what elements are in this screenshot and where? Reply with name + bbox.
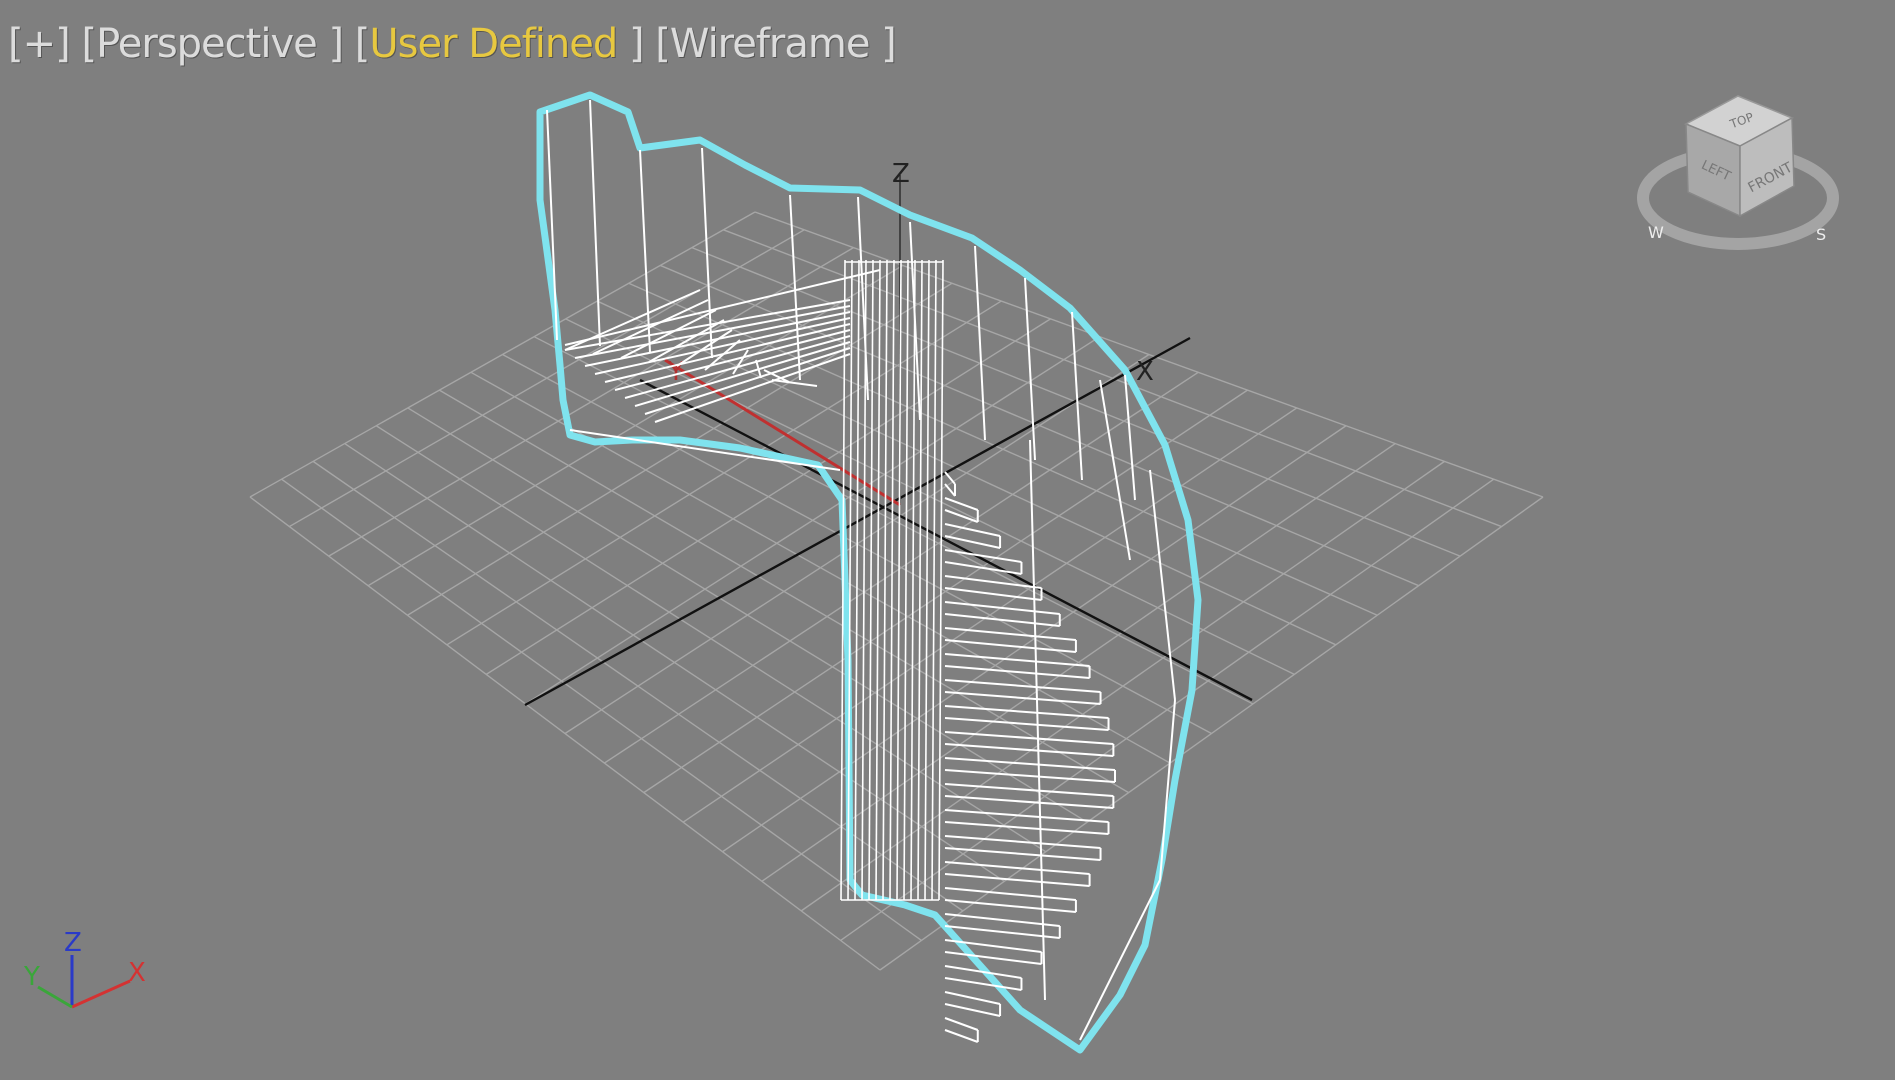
stair-tread — [944, 535, 1001, 549]
stair-tread — [944, 809, 1109, 823]
viewport-shading-menu[interactable]: [User Defined ] — [355, 21, 645, 67]
railing-post — [1024, 277, 1036, 461]
grid-line — [596, 300, 1337, 646]
stair-tread — [944, 639, 1077, 653]
tripod-x-label: X — [128, 958, 146, 988]
viewport-display-menu[interactable]: [Wireframe ] — [655, 21, 897, 67]
stair-tread — [944, 471, 956, 485]
inner-stringer — [1029, 439, 1046, 1001]
viewcube[interactable]: TOP LEFT FRONT W S — [1630, 88, 1850, 278]
grid-line — [722, 425, 1347, 853]
tripod-z-label: Z — [64, 928, 82, 958]
viewport-label-menu: [+] [Perspective ] [User Defined ] [Wire… — [8, 20, 897, 68]
column-edge — [861, 259, 867, 901]
railing-post — [589, 99, 601, 347]
stair-tread — [944, 1003, 1001, 1017]
stair-tread — [944, 1017, 979, 1031]
column-edge — [917, 259, 923, 901]
column-edge — [938, 259, 944, 901]
outer-stringer — [1149, 469, 1176, 701]
viewport-display-label: Wireframe — [669, 21, 871, 67]
stair-tread — [944, 691, 1101, 705]
column-edge — [931, 259, 937, 901]
viewcube-compass-w: W — [1648, 223, 1664, 242]
stair-tread — [944, 1029, 979, 1043]
stair-tread — [944, 627, 1077, 641]
outer-stringer — [1099, 379, 1131, 561]
column-edge — [896, 259, 902, 901]
world-axis-z-label: Z — [892, 159, 910, 189]
spiral-staircase-object[interactable] — [536, 91, 1202, 1054]
railing-post — [1124, 374, 1136, 501]
column-edge — [868, 259, 874, 901]
stair-tread — [944, 783, 1114, 797]
viewport-view-label: Perspective — [96, 21, 318, 67]
center-column-wireframe — [840, 259, 944, 901]
stair-tread — [944, 665, 1090, 679]
landing-brace — [564, 299, 851, 351]
viewcube-compass-s: S — [1816, 225, 1826, 244]
column-edge — [903, 259, 909, 901]
railing-post — [974, 245, 986, 441]
axis-tripod-icon: Z X Y — [23, 928, 146, 1009]
viewport-point-of-view-menu[interactable]: [Perspective ] — [81, 21, 344, 67]
world-axis-lines: Z X Y — [524, 159, 1253, 707]
stair-tread — [944, 717, 1109, 731]
stair-tread — [944, 483, 956, 497]
stair-tread — [944, 561, 1022, 575]
stair-tread — [944, 497, 979, 511]
tripod-y-line — [37, 985, 73, 1009]
stair-tread — [944, 705, 1109, 719]
column-edge — [875, 259, 881, 901]
viewport-shading-label: User Defined — [369, 21, 618, 67]
selection-highlight-outline — [536, 91, 1202, 1054]
stair-tread — [944, 887, 1077, 901]
column-edge — [889, 259, 895, 901]
stair-tread — [944, 873, 1090, 887]
stair-tread — [944, 795, 1114, 809]
stair-tread — [944, 977, 1022, 991]
world-axis-x-label: X — [1136, 357, 1154, 387]
stair-tread — [944, 951, 1042, 965]
stair-tread — [944, 991, 1001, 1005]
stair-tread — [944, 769, 1116, 783]
stair-tread — [944, 613, 1060, 627]
grid-line — [682, 407, 1298, 823]
stair-tread — [944, 601, 1060, 615]
grid-line — [723, 229, 1502, 528]
stair-tread — [944, 679, 1101, 693]
outer-stringer — [1079, 879, 1161, 1041]
viewport-general-menu[interactable]: [+] — [8, 21, 71, 67]
tripod-x-line — [71, 979, 131, 1009]
stair-tread — [944, 743, 1114, 757]
tripod-y-label: Y — [23, 962, 40, 992]
perspective-viewport[interactable]: Z X Y [+] [Perspective ] [User Defined ]… — [0, 0, 1895, 1080]
column-edge — [854, 259, 860, 901]
stair-tread — [944, 653, 1090, 667]
scene-canvas[interactable]: Z X Y — [0, 0, 1895, 1080]
viewport-plus-label: + — [22, 21, 57, 67]
